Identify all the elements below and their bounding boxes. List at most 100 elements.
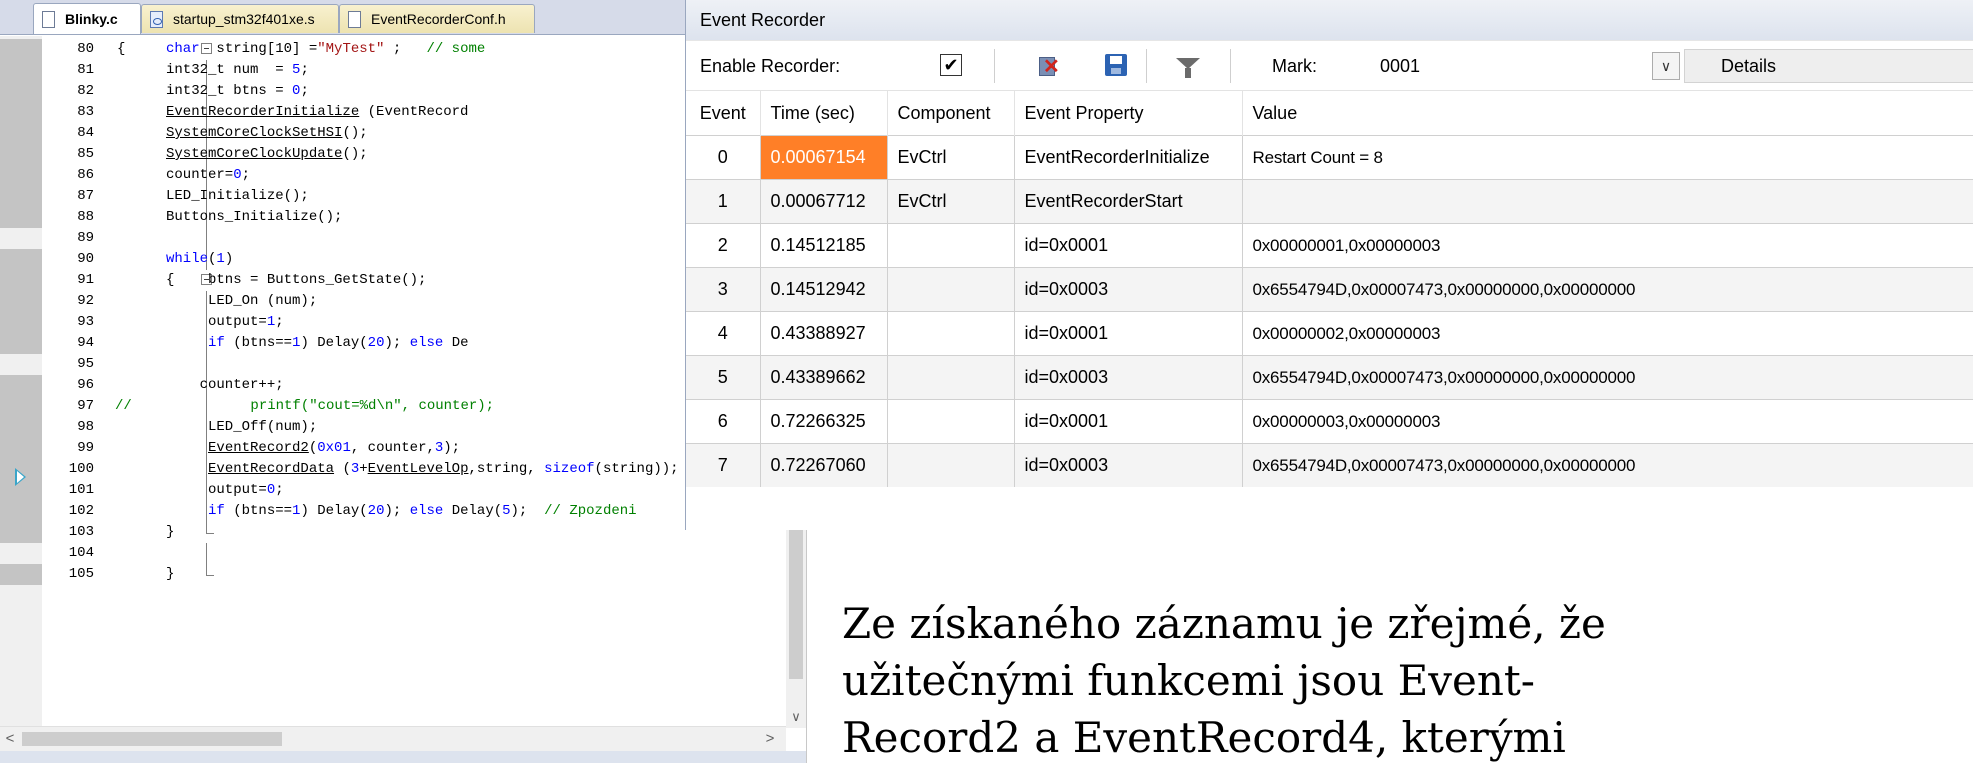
line-marker[interactable] [0, 144, 42, 165]
line-marker[interactable] [0, 186, 42, 207]
details-button[interactable]: Details [1684, 49, 1973, 83]
event-row[interactable]: 1 0.00067712 EvCtrl EventRecorderStart [686, 179, 1973, 224]
component-cell [887, 399, 1015, 444]
time-cell: 0.00067154 [760, 135, 888, 180]
horizontal-scrollbar[interactable]: < > [0, 726, 786, 751]
line-number: 84 [77, 125, 94, 141]
line-number: 96 [77, 377, 94, 393]
time-cell: 0.72266325 [760, 399, 888, 444]
mark-input[interactable] [1372, 50, 1648, 82]
line-marker[interactable] [0, 396, 42, 417]
line-number: 88 [77, 209, 94, 225]
value-cell: Restart Count = 8 [1242, 135, 1973, 180]
line-marker[interactable] [0, 375, 42, 396]
code-token: char [166, 41, 200, 57]
line-marker[interactable] [0, 39, 42, 60]
code-token: 20 [367, 335, 385, 351]
code-line[interactable]: 105} [0, 564, 806, 585]
filter-icon[interactable] [1176, 58, 1200, 78]
line-marker[interactable] [0, 228, 42, 249]
column-header-event-property[interactable]: Event Property [1014, 90, 1243, 136]
line-marker[interactable] [0, 333, 42, 354]
scroll-right-icon[interactable]: > [760, 727, 780, 751]
fold-gutter [99, 228, 207, 249]
event-recorder-title: Event Recorder [686, 0, 1973, 40]
column-header-time[interactable]: Time (sec) [760, 90, 888, 136]
line-marker[interactable] [0, 60, 42, 81]
code-token: counter++; [166, 377, 284, 393]
line-marker[interactable] [0, 165, 42, 186]
code-token: ; [275, 482, 284, 498]
line-number: 92 [77, 293, 94, 309]
column-header-component[interactable]: Component [887, 90, 1015, 136]
event-row[interactable]: 4 0.43388927 id=0x0001 0x00000002,0x0000000… [686, 311, 1973, 356]
line-number: 94 [77, 335, 94, 351]
clear-log-icon[interactable]: ✕ [1039, 55, 1061, 77]
horizontal-scroll-thumb[interactable] [22, 732, 282, 746]
fold-gutter [99, 123, 207, 144]
event-row[interactable]: 6 0.72266325 id=0x0001 0x00000003,0x0000000… [686, 399, 1973, 444]
save-icon[interactable] [1105, 54, 1127, 76]
fold-gutter [99, 102, 207, 123]
code-line[interactable]: 104 [0, 543, 806, 564]
fold-gutter [99, 564, 214, 585]
event-row[interactable]: 3 0.14512942 id=0x0003 0x6554794D,0x0000747… [686, 267, 1973, 312]
code-token: } [166, 566, 175, 582]
line-marker[interactable] [0, 207, 42, 228]
event-property-cell: id=0x0001 [1014, 223, 1243, 268]
line-marker[interactable] [0, 102, 42, 123]
time-cell: 0.43388927 [760, 311, 888, 356]
line-marker[interactable] [0, 417, 42, 438]
tab-startup-stm32f401xe-s[interactable]: startup_stm32f401xe.s [141, 4, 339, 33]
code-text: { btns = Buttons_GetState(); [166, 270, 426, 291]
line-marker[interactable] [0, 312, 42, 333]
fold-gutter [99, 417, 207, 438]
code-text: int32_t btns = 0; [166, 81, 309, 102]
line-marker[interactable] [0, 270, 42, 291]
code-token: ; [300, 83, 309, 99]
line-number: 82 [77, 83, 94, 99]
line-marker[interactable] [0, 438, 42, 459]
line-marker[interactable] [0, 354, 42, 375]
tab-blinky-c[interactable]: Blinky.c [33, 3, 141, 34]
line-marker[interactable] [0, 249, 42, 270]
line-marker[interactable] [0, 123, 42, 144]
value-cell: 0x00000003,0x00000003 [1242, 399, 1973, 444]
line-number: 105 [68, 566, 94, 582]
fold-gutter [99, 375, 207, 396]
chevron-down-icon[interactable]: ∨ [1652, 52, 1680, 80]
fold-gutter [99, 459, 207, 480]
line-marker[interactable] [0, 564, 42, 585]
column-header-event[interactable]: Event [686, 90, 761, 136]
enable-recorder-checkbox[interactable]: ✔ [940, 54, 962, 76]
value-cell: 0x6554794D,0x00007473,0x00000000,0x00000… [1242, 443, 1973, 487]
code-token: SystemCoreClockUpdate [166, 146, 343, 162]
line-marker[interactable] [0, 543, 42, 564]
event-row[interactable]: 5 0.43389662 id=0x0003 0x6554794D,0x0000747… [686, 355, 1973, 400]
event-row[interactable]: 2 0.14512185 id=0x0001 0x00000001,0x0000000… [686, 223, 1973, 268]
line-marker[interactable] [0, 501, 42, 522]
event-row[interactable]: 0 0.00067154 EvCtrl EventRecorderInitialize… [686, 135, 1973, 180]
code-token: (string)); [594, 461, 679, 477]
event-cell: 1 [686, 179, 761, 224]
line-number: 97 [77, 398, 94, 414]
line-marker[interactable] [0, 81, 42, 102]
line-marker[interactable] [0, 522, 42, 543]
tab-eventrecorderconf-h[interactable]: EventRecorderConf.h [339, 4, 535, 33]
line-number: 85 [77, 146, 94, 162]
code-token: 1 [216, 251, 225, 267]
scroll-down-icon[interactable]: ∨ [786, 706, 806, 728]
code-token: if [208, 503, 225, 519]
column-header-value[interactable]: Value [1242, 90, 1973, 136]
line-marker[interactable] [0, 291, 42, 312]
event-property-cell: id=0x0001 [1014, 399, 1243, 444]
code-token: else [409, 503, 444, 519]
line-number: 100 [68, 461, 94, 477]
event-table-body: 0 0.00067154 EvCtrl EventRecorderInitialize… [686, 135, 1973, 487]
code-text: LED_Off(num); [166, 417, 317, 438]
scroll-left-icon[interactable]: < [0, 727, 20, 751]
event-row[interactable]: 7 0.72267060 id=0x0003 0x6554794D,0x0000747… [686, 443, 1973, 487]
